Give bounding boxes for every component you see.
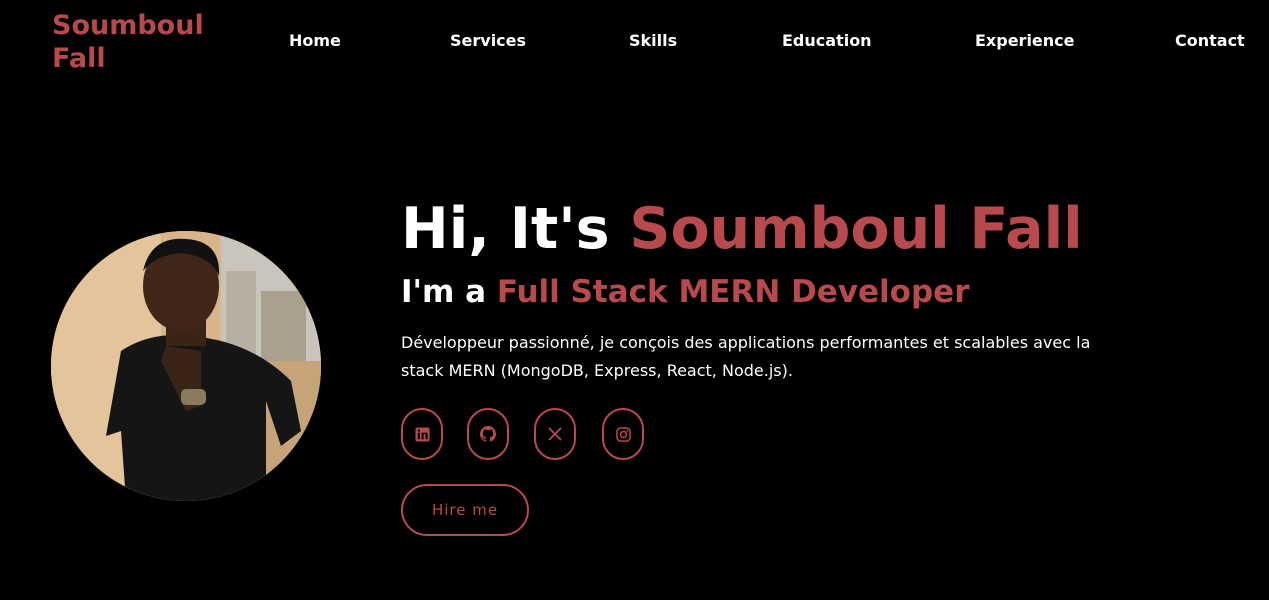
hero-name: Soumboul Fall <box>629 196 1083 262</box>
nav-services[interactable]: Services <box>450 31 526 51</box>
nav-experience[interactable]: Experience <box>975 31 1075 51</box>
hero-title: Hi, It's Soumboul Fall <box>401 195 1083 263</box>
hire-me-button[interactable]: Hire me <box>401 484 529 536</box>
x-twitter-icon <box>548 427 562 441</box>
hero-subtitle: I'm a Full Stack MERN Developer <box>401 272 970 312</box>
nav-skills[interactable]: Skills <box>629 31 677 51</box>
hero-greeting: Hi, It's <box>401 196 630 262</box>
github-button[interactable] <box>467 408 509 460</box>
header: Soumboul Fall Home Services Skills Educa… <box>0 0 1269 85</box>
role-prefix: I'm a <box>401 274 497 310</box>
instagram-button[interactable] <box>602 408 644 460</box>
nav-contact[interactable]: Contact <box>1175 31 1245 51</box>
profile-photo <box>51 231 321 501</box>
linkedin-button[interactable] <box>401 408 443 460</box>
nav-home[interactable]: Home <box>289 31 341 51</box>
logo[interactable]: Soumboul Fall <box>52 9 222 75</box>
github-icon <box>480 426 496 442</box>
hero-description: Développeur passionné, je conçois des ap… <box>401 333 1091 380</box>
role-title: Full Stack MERN Developer <box>496 274 970 310</box>
nav-education[interactable]: Education <box>782 31 872 51</box>
x-twitter-button[interactable] <box>534 408 576 460</box>
linkedin-icon <box>414 426 430 442</box>
instagram-icon <box>615 426 631 442</box>
